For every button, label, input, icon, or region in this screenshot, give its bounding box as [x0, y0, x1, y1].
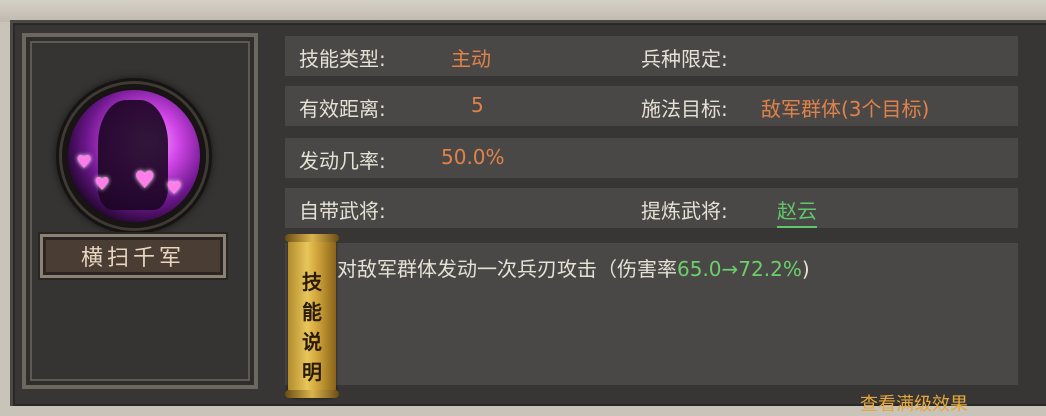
target-label: 施法目标: — [641, 97, 728, 121]
self-general-label: 自带武将: — [299, 199, 386, 223]
heart-icon: ♥ — [76, 152, 93, 173]
general-row: 自带武将: 提炼武将: 赵云 — [285, 188, 1018, 228]
extract-general-link[interactable]: 赵云 — [777, 195, 817, 228]
skill-type-row: 技能类型: 主动 兵种限定: — [285, 36, 1018, 76]
scroll-char: 技 — [302, 270, 322, 294]
scroll-char: 明 — [302, 360, 322, 384]
skill-description: 对敌军群体发动一次兵刃攻击（伤害率65.0→72.2%) — [285, 243, 1018, 385]
damage-rate-value: 65.0→72.2% — [677, 257, 802, 281]
skill-type-label: 技能类型: — [299, 47, 386, 71]
heart-icon: ♥ — [134, 166, 156, 194]
chance-row: 发动几率: 50.0% — [285, 138, 1018, 178]
chance-value: 50.0% — [441, 145, 505, 169]
scroll-char: 能 — [302, 300, 322, 324]
heart-icon: ♥ — [166, 178, 183, 199]
max-level-effect-link[interactable]: 查看满级效果 — [860, 390, 968, 416]
background-paper — [0, 0, 1046, 22]
desc-prefix: 对敌军群体发动一次兵刃攻击（伤害率 — [337, 257, 677, 281]
troop-limit-label: 兵种限定: — [641, 47, 728, 71]
skill-portrait-icon: ♥ ♥ ♥ ♥ — [62, 84, 206, 228]
chance-label: 发动几率: — [299, 149, 386, 173]
skill-type-value: 主动 — [451, 47, 491, 71]
scroll-char: 说 — [302, 330, 322, 354]
skill-name: 横扫千军 — [40, 234, 226, 278]
scroll-icon: 技 能 说 明 — [285, 234, 339, 398]
range-row: 有效距离: 5 施法目标: 敌军群体(3个目标) — [285, 86, 1018, 126]
range-value: 5 — [471, 93, 484, 117]
desc-suffix: ) — [801, 257, 810, 281]
skill-description-text: 对敌军群体发动一次兵刃攻击（伤害率65.0→72.2%) — [337, 253, 810, 282]
extract-general-label: 提炼武将: — [641, 199, 728, 223]
range-label: 有效距离: — [299, 97, 386, 121]
target-value: 敌军群体(3个目标) — [761, 97, 930, 121]
heart-icon: ♥ — [94, 174, 111, 195]
